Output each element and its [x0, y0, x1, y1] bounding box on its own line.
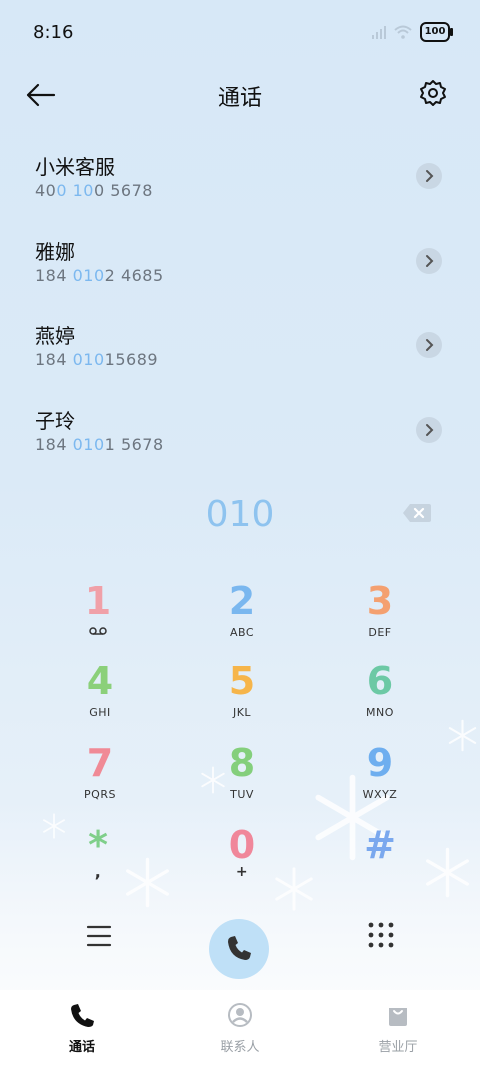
key-1[interactable]: 1 [48, 578, 148, 654]
number-match: 0 10 [56, 181, 94, 200]
menu-button[interactable] [85, 923, 113, 949]
key-letters: PQRS [84, 788, 116, 801]
number-match: 010 [72, 434, 105, 454]
settings-button[interactable] [418, 78, 448, 108]
key-letters: TUV [230, 788, 254, 801]
key-digit: 4 [86, 659, 114, 703]
contact-name: 子玲 [35, 408, 75, 433]
number-part: 184 [35, 265, 73, 285]
key-6[interactable]: 6 MNO [330, 658, 430, 734]
key-4[interactable]: 4 GHI [50, 658, 150, 734]
number-match: 010 [72, 265, 105, 285]
snowflake-icon [448, 719, 477, 752]
contact-number: 184 0102 4685 [35, 266, 164, 285]
tab-store[interactable]: 营业厅 [348, 1002, 448, 1055]
key-letters: MNO [366, 706, 394, 719]
backspace-icon [403, 504, 431, 522]
tab-label: 通话 [68, 1040, 95, 1055]
voicemail-icon [48, 626, 148, 639]
contact-detail-button[interactable] [416, 332, 442, 358]
key-8[interactable]: 8 TUV [192, 740, 292, 816]
contact-detail-button[interactable] [416, 163, 442, 189]
contact-detail-button[interactable] [416, 416, 442, 443]
number-part: 0 5678 [93, 181, 153, 200]
number-match: 010 [72, 350, 105, 369]
status-icons: 100 [372, 22, 453, 42]
key-letters: , [94, 862, 102, 881]
signal-icon [372, 25, 386, 39]
status-bar: 8:16 100 [0, 0, 480, 68]
key-letters: + [235, 864, 249, 880]
number-part: 184 [35, 350, 73, 369]
tab-label: 联系人 [220, 1040, 260, 1055]
contact-name: 燕婷 [35, 324, 75, 348]
dial-actions [0, 905, 480, 985]
delete-button[interactable] [402, 502, 432, 524]
key-hash[interactable]: # [330, 822, 430, 898]
contact-name: 雅娜 [35, 239, 75, 264]
key-digit: 3 [366, 579, 394, 623]
key-letters: DEF [368, 626, 392, 639]
page-title: 通话 [217, 86, 262, 111]
key-9[interactable]: 9 WXYZ [330, 740, 430, 816]
tab-contacts[interactable]: 联系人 [190, 1002, 290, 1055]
tab-label: 营业厅 [378, 1040, 418, 1055]
contact-number: 184 0101 5678 [35, 435, 164, 454]
keypad-toggle-button[interactable] [367, 921, 395, 949]
number-part: 40 [35, 181, 57, 200]
key-star[interactable]: * , [48, 822, 148, 898]
key-2[interactable]: 2 ABC [192, 578, 292, 654]
shopping-bag-icon [389, 1008, 407, 1026]
dial-display: 010 [0, 490, 480, 540]
wifi-icon [394, 25, 412, 39]
chevron-right-icon [426, 339, 434, 351]
key-letters: GHI [89, 706, 111, 719]
bottom-tab-bar: 通话 联系人 营业厅 [0, 990, 480, 1067]
key-7[interactable]: 7 PQRS [50, 740, 150, 816]
number-part: 184 [35, 434, 73, 454]
key-digit: 6 [366, 659, 394, 703]
contact-icon [228, 1003, 252, 1027]
dialpad-icon [368, 922, 394, 948]
key-5[interactable]: 5 JKL [192, 658, 292, 734]
chevron-right-icon [426, 254, 434, 267]
key-letters: JKL [232, 706, 252, 719]
key-3[interactable]: 3 DEF [330, 578, 430, 654]
gear-icon [420, 80, 446, 106]
chevron-right-icon [426, 170, 434, 182]
contact-detail-button[interactable] [416, 247, 442, 274]
key-digit: 2 [228, 579, 256, 623]
phone-icon [228, 936, 251, 960]
contact-number: 400 100 5678 [35, 181, 153, 200]
contact-list: 小米客服 400 100 5678 雅娜 184 0102 4685 燕婷 18… [0, 135, 480, 473]
key-digit: 9 [366, 741, 394, 785]
key-digit: 7 [86, 741, 114, 785]
phone-icon [71, 1004, 94, 1027]
header: 通话 [0, 70, 480, 120]
chevron-right-icon [426, 423, 434, 436]
number-part: 2 4685 [104, 265, 164, 285]
battery-icon: 100 [420, 22, 453, 42]
contact-row[interactable]: 子玲 184 0101 5678 [0, 389, 480, 474]
key-digit: 5 [228, 659, 256, 703]
number-part: 15689 [104, 350, 159, 369]
contact-row[interactable]: 雅娜 184 0102 4685 [0, 220, 480, 305]
tab-calls[interactable]: 通话 [32, 1002, 132, 1055]
key-digit: # [364, 823, 396, 867]
key-digit: 1 [84, 579, 112, 623]
call-button[interactable] [209, 919, 269, 979]
status-time: 8:16 [33, 22, 74, 43]
contact-row[interactable]: 小米客服 400 100 5678 [0, 135, 480, 220]
key-digit: 8 [228, 741, 256, 785]
contact-name: 小米客服 [35, 155, 115, 179]
contact-number: 184 01015689 [35, 350, 158, 369]
key-letters: WXYZ [362, 788, 398, 801]
contact-row[interactable]: 燕婷 184 01015689 [0, 304, 480, 389]
key-0[interactable]: 0 + [192, 822, 292, 898]
key-digit: 0 [228, 823, 256, 867]
key-letters: ABC [229, 626, 255, 639]
number-part: 1 5678 [104, 434, 164, 454]
menu-icon [86, 925, 112, 947]
